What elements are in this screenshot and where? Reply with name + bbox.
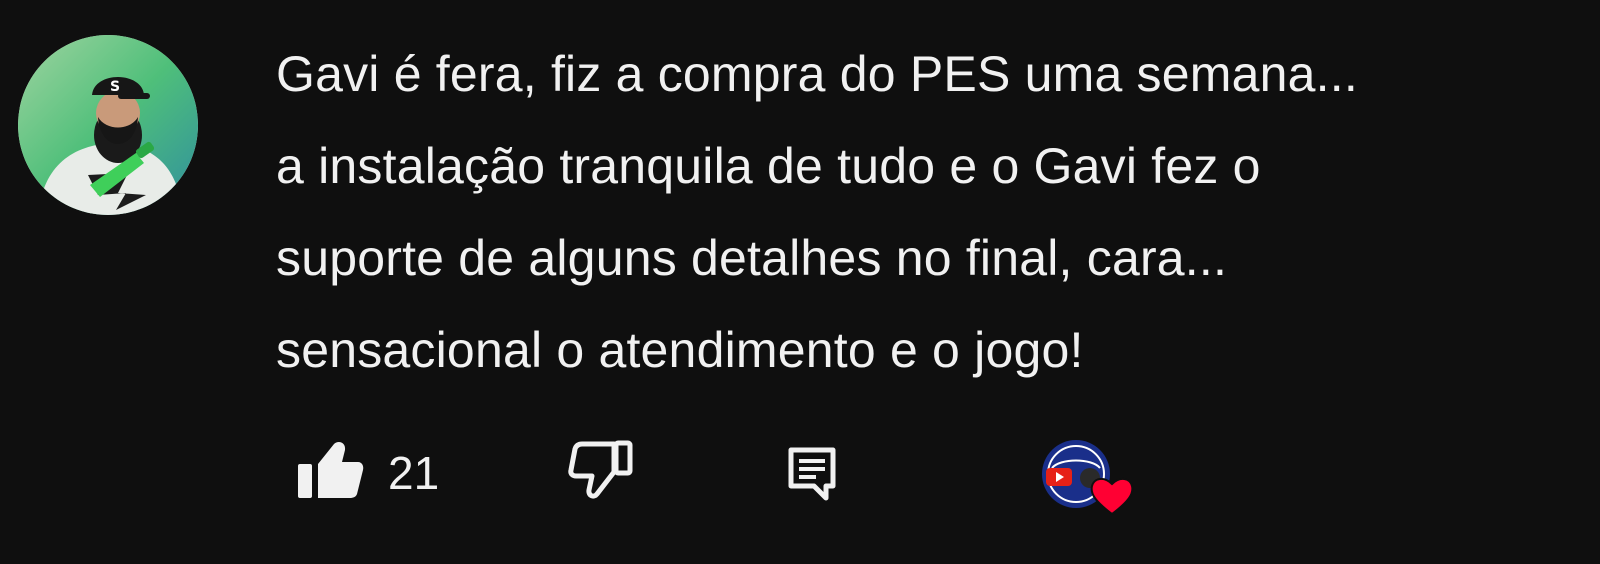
heart-icon [1090, 478, 1134, 516]
creator-avatar [1040, 438, 1134, 518]
comment-action-bar: 21 [0, 430, 1600, 530]
reply-comment-icon [786, 446, 838, 507]
thumbs-up-icon [298, 440, 364, 505]
commenter-avatar[interactable]: S [18, 35, 198, 215]
like-count: 21 [388, 446, 440, 499]
like-button[interactable]: 21 [298, 440, 439, 505]
avatar-image: S [18, 35, 198, 215]
dislike-button[interactable] [568, 440, 634, 505]
comment-text: Gavi é fera, fiz a compra do PES uma sem… [276, 46, 1358, 378]
svg-text:S: S [110, 79, 120, 95]
reply-button[interactable] [786, 446, 838, 507]
thumbs-down-icon [568, 440, 634, 505]
creator-heart-badge [1040, 438, 1134, 518]
